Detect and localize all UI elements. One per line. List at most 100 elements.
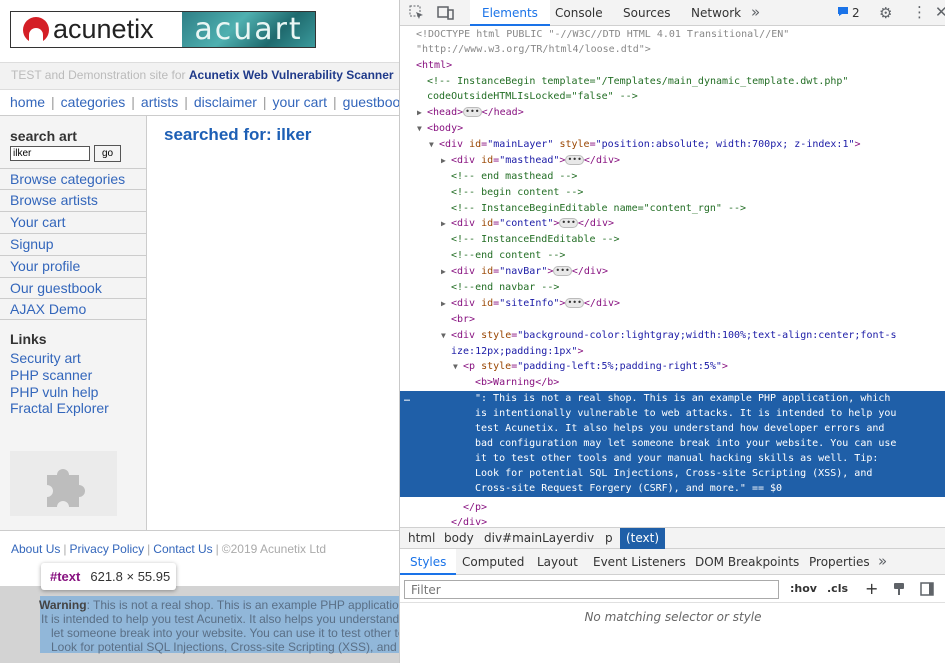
selected-text-node[interactable]: … ": This is not a real shop. This is an… (400, 391, 945, 497)
new-style-rule-icon[interactable]: + (865, 579, 878, 598)
hover-state-toggle[interactable]: :hov (790, 582, 817, 595)
nav-artists[interactable]: artists (141, 94, 178, 110)
tab-layout[interactable]: Layout (537, 555, 578, 569)
footer-about-link[interactable]: About Us (11, 542, 60, 556)
class-toggle[interactable]: .cls (827, 582, 848, 595)
sidebar-link-browse-artists[interactable]: Browse artists (0, 189, 146, 211)
tab-console[interactable]: Console (555, 6, 603, 20)
footer-contact-link[interactable]: Contact Us (153, 542, 212, 556)
toggle-sidebar-icon[interactable] (920, 581, 934, 600)
sidebar-link-signup[interactable]: Signup (0, 233, 146, 255)
dom-line-p[interactable]: ▼ <p style="padding-left:5%;padding-right… (400, 359, 945, 375)
collapsed-ellipsis-icon[interactable]: ••• (559, 218, 578, 228)
dom-line-warning-div-2: ize:12px;padding:1px"> (451, 346, 584, 357)
nav-home[interactable]: home (10, 94, 45, 110)
breadcrumb-p[interactable]: p (605, 531, 613, 545)
sidebar-link-browse-categories[interactable]: Browse categories (0, 168, 146, 190)
sidebar-link-guestbook[interactable]: Our guestbook (0, 277, 146, 299)
nav-guestbook[interactable]: guestbook (343, 94, 400, 110)
dom-line-masthead[interactable]: ▶ <div id="masthead"> ••• </div> (400, 153, 945, 169)
collapse-arrow-icon[interactable]: ▼ (441, 328, 451, 344)
search-input[interactable] (10, 146, 90, 161)
dom-line-comment[interactable]: <!--end navbar --> (400, 280, 945, 296)
breadcrumb-mainlayer[interactable]: div#mainLayer (484, 531, 576, 545)
dom-tree: <!DOCTYPE html PUBLIC "-//W3C//DTD HTML … (400, 27, 945, 527)
collapse-arrow-icon[interactable]: ▼ (417, 121, 427, 137)
dom-line-mainlayer[interactable]: ▼ <div id="mainLayer" style="position:abs… (400, 137, 945, 153)
tab-dom-breakpoints[interactable]: DOM Breakpoints (695, 555, 799, 569)
issues-icon[interactable] (837, 6, 849, 21)
nav-separator: | (51, 94, 55, 110)
sidebar-link-your-profile[interactable]: Your profile (0, 255, 146, 277)
expand-arrow-icon[interactable]: ▶ (417, 105, 427, 121)
link-php-scanner[interactable]: PHP scanner (10, 367, 92, 383)
breadcrumb-div[interactable]: div (576, 531, 594, 545)
collapsed-ellipsis-icon[interactable]: ••• (463, 107, 482, 117)
link-fractal-explorer[interactable]: Fractal Explorer (10, 400, 109, 416)
styles-filter-input[interactable] (404, 580, 779, 599)
link-security-art[interactable]: Security art (10, 350, 81, 366)
collapse-arrow-icon[interactable]: ▼ (429, 137, 439, 153)
site-logo[interactable]: acunetix acuart (10, 11, 316, 48)
dom-line-comment[interactable]: <!-- InstanceBeginEditable name="content… (400, 201, 945, 217)
breadcrumb-body[interactable]: body (444, 531, 474, 545)
breadcrumb-html[interactable]: html (408, 531, 435, 545)
dom-line-html[interactable]: <html> (400, 58, 945, 74)
settings-gear-icon[interactable]: ⚙ (879, 4, 892, 22)
doctype-text: <!DOCTYPE html PUBLIC "-//W3C//DTD HTML … (416, 29, 790, 40)
collapsed-ellipsis-icon[interactable]: ••• (553, 266, 572, 276)
sidebar-link-your-cart[interactable]: Your cart (0, 211, 146, 233)
dom-line-head[interactable]: ▶ <head> ••• </head> (400, 105, 945, 121)
inspect-tooltip: #text 621.8 × 55.95 (41, 563, 176, 590)
tab-properties[interactable]: Properties (809, 555, 870, 569)
div-tag: <div (451, 218, 476, 229)
nav-disclaimer[interactable]: disclaimer (194, 94, 257, 110)
dom-line-siteinfo[interactable]: ▶ <div id="siteInfo"> ••• </div> (400, 296, 945, 312)
selected-node-ellipsis-icon[interactable]: … (404, 391, 410, 407)
nav-categories[interactable]: categories (61, 94, 126, 110)
dom-line-b-warning[interactable]: <b>Warning</b> (400, 375, 945, 391)
dom-line-navbar[interactable]: ▶ <div id="navBar"> ••• </div> (400, 264, 945, 280)
dom-line-content[interactable]: ▶ <div id="content"> ••• </div> (400, 216, 945, 232)
dom-line-doctype[interactable]: <!DOCTYPE html PUBLIC "-//W3C//DTD HTML … (400, 27, 945, 43)
more-tabs-icon[interactable]: » (751, 3, 760, 21)
site-info-brand-link[interactable]: Acunetix Web Vulnerability Scanner (189, 68, 394, 82)
dom-line-comment-instance[interactable]: <!-- InstanceBegin template="/Templates/… (400, 74, 945, 90)
tab-elements[interactable]: Elements (470, 0, 550, 26)
tab-styles[interactable]: Styles (400, 549, 457, 575)
close-devtools-icon[interactable]: ✕ (935, 3, 945, 21)
expand-arrow-icon[interactable]: ▶ (441, 296, 451, 312)
paint-brush-icon[interactable] (892, 581, 906, 600)
tab-sources[interactable]: Sources (623, 6, 670, 20)
sidebar-link-ajax-demo[interactable]: AJAX Demo (0, 298, 146, 320)
attr-value: "masthead" (499, 155, 560, 166)
collapsed-ellipsis-icon[interactable]: ••• (565, 298, 584, 308)
link-php-vuln-help[interactable]: PHP vuln help (10, 384, 98, 400)
expand-arrow-icon[interactable]: ▶ (441, 264, 451, 280)
warning-line-2: It is intended to help you test Acunetix… (41, 612, 400, 626)
dom-line-comment[interactable]: <!--end content --> (400, 248, 945, 264)
inspect-element-icon[interactable] (409, 5, 424, 24)
dom-line-p-close[interactable]: </p> (400, 500, 945, 516)
tab-computed[interactable]: Computed (462, 555, 524, 569)
dom-line-br[interactable]: <br> (400, 312, 945, 328)
tab-event-listeners[interactable]: Event Listeners (593, 555, 686, 569)
more-options-icon[interactable]: ⋮ (912, 3, 927, 21)
dom-line-comment[interactable]: <!-- InstanceEndEditable --> (400, 232, 945, 248)
device-toolbar-icon[interactable] (437, 5, 454, 24)
dom-line-warning-div[interactable]: ▼ <div style="background-color:lightgray;… (400, 328, 945, 344)
breadcrumb-text[interactable]: (text) (620, 528, 666, 549)
dom-line-comment[interactable]: <!-- end masthead --> (400, 169, 945, 185)
expand-arrow-icon[interactable]: ▶ (441, 216, 451, 232)
more-sub-tabs-icon[interactable]: » (878, 552, 887, 570)
footer-privacy-link[interactable]: Privacy Policy (69, 542, 144, 556)
search-go-button[interactable]: go (94, 145, 121, 162)
dom-line-comment[interactable]: <!-- begin content --> (400, 185, 945, 201)
tab-network[interactable]: Network (691, 6, 741, 20)
expand-arrow-icon[interactable]: ▶ (441, 153, 451, 169)
collapse-arrow-icon[interactable]: ▼ (453, 359, 463, 375)
nav-your-cart[interactable]: your cart (273, 94, 327, 110)
collapsed-ellipsis-icon[interactable]: ••• (565, 155, 584, 165)
dom-line-div-close[interactable]: </div> (400, 515, 945, 527)
dom-line-body[interactable]: ▼ <body> (400, 121, 945, 137)
